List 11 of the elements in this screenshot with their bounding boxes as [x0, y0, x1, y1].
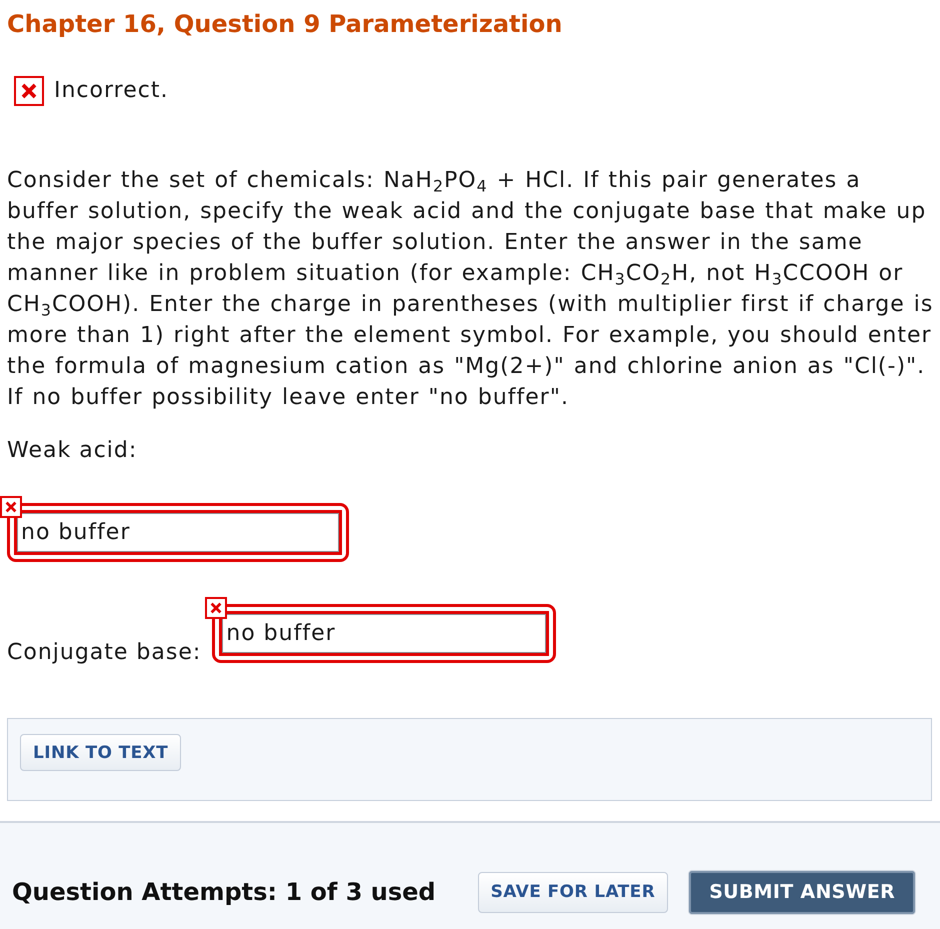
- result-text: Incorrect.: [54, 77, 168, 105]
- answer-field[interactable]: no buffer: [7, 503, 349, 562]
- question-text: Consider the set of chemicals: NaH$_{2}$PO$_{4}$ + HCl. If this pair generates a buffer solution, specify the weak acid and the conjugate base that make up the major species of the buffer solution. Enter the answer in the same manner like in problem situation (for example: CH$_{3}$CO$_{2}$H, not H$_{3}$CCOOH or CH$_{3}$COOH). Enter the charge in parentheses (with multiplier first if charge is more than 1) right after the element symbol. For example, you should enter the formula of magnesium cation as "Mg(2+)" and chlorine anion as "Cl(-)". If no buffer possibility leave enter "no buffer".: [7, 167, 934, 412]
- link-button[interactable]: LINK TO TEXT: [20, 734, 182, 771]
- answer-label: Weak acid:: [7, 437, 138, 465]
- save-button[interactable]: SAVE FOR LATER: [478, 872, 668, 912]
- attempts-text: Question Attempts: 1 of 3 used: [12, 878, 436, 906]
- page-title: Chapter 16, Question 9 Parameterization: [7, 9, 564, 40]
- answer-field[interactable]: no buffer: [212, 604, 556, 663]
- answer-label: Conjugate base:: [7, 639, 202, 667]
- submit-button[interactable]: SUBMIT ANSWER: [688, 870, 916, 914]
